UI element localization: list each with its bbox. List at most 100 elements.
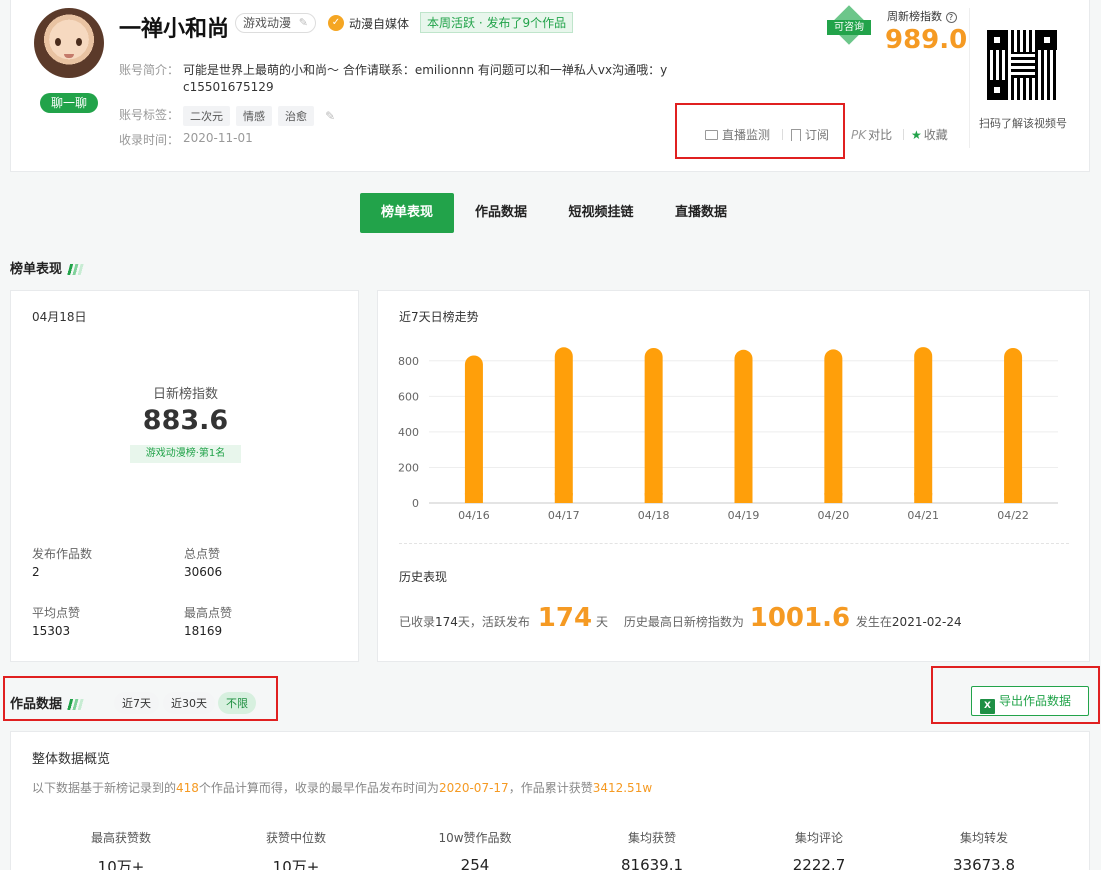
- tab-short-video-links[interactable]: 短视频挂链: [560, 193, 642, 233]
- history-date-label: 发生在: [855, 615, 892, 629]
- intro-label: 账号简介：: [119, 63, 180, 77]
- desc-mid: 个作品计算而得，收录的最早作品发布时间为: [198, 781, 439, 795]
- account-name: 一禅小和尚: [119, 17, 230, 42]
- ranking-section-title: 榜单表现: [10, 258, 85, 277]
- history-max-value: 1001.6: [749, 603, 851, 633]
- stat-label: 平均点赞: [32, 606, 81, 620]
- history-active-days: 174: [537, 603, 593, 633]
- bar-base: [644, 493, 663, 503]
- bar-base: [824, 493, 843, 503]
- ranking-section-title-text: 榜单表现: [10, 262, 63, 277]
- metric-label: 10w赞作品数: [438, 831, 512, 845]
- bar-base: [1004, 493, 1023, 503]
- edit-tags-icon[interactable]: ✎: [325, 109, 335, 123]
- bar: [464, 355, 483, 503]
- desc-likes: 3412.51w: [592, 781, 653, 795]
- bar-base: [464, 493, 483, 503]
- stat-value: 15303: [32, 624, 71, 638]
- tab-works-data[interactable]: 作品数据: [462, 193, 540, 233]
- metric-label: 获赞中位数: [265, 831, 326, 845]
- category-tag-label: 游戏动漫: [243, 16, 292, 30]
- metric-value: 81639.1: [620, 856, 684, 870]
- x-tick-label: 04/17: [548, 509, 580, 522]
- daily-index-label: 日新榜指数: [152, 387, 218, 402]
- action-divider: [903, 129, 904, 140]
- desc-date: 2020-07-17: [438, 781, 509, 795]
- tab-ranking[interactable]: 榜单表现: [360, 193, 454, 233]
- collected-label: 收录时间：: [119, 133, 180, 147]
- stat-label: 发布作品数: [32, 547, 93, 561]
- y-tick-label: 0: [412, 497, 419, 510]
- history-unit: 天: [596, 615, 609, 629]
- daily-stats-card: 04月18日 日新榜指数 883.6 游戏动漫榜·第1名 发布作品数 2 总点赞…: [10, 290, 359, 662]
- x-tick-label: 04/21: [907, 509, 939, 522]
- trend-chart-card: 近7天日榜走势 0 200 400 600 800 04/16 04/17 04/18 04/1…: [377, 290, 1090, 662]
- highlight-actions-box: [675, 103, 845, 159]
- category-tag[interactable]: 游戏动漫 ✎: [235, 13, 317, 33]
- metric-label: 集均获赞: [627, 831, 676, 845]
- stats-date: 04月18日: [32, 310, 87, 324]
- help-icon[interactable]: ?: [945, 12, 957, 23]
- title-decoration-icon: [66, 264, 85, 275]
- history-max-label: 历史最高日新榜指数为: [623, 615, 744, 629]
- chart-history-divider: [399, 543, 1069, 544]
- avatar[interactable]: [34, 8, 104, 78]
- tag-item[interactable]: 治愈: [278, 106, 314, 126]
- intro-text-line1: 可能是世界上最萌的小和尚～ 合作请联系：emilionnn 有问题可以和一禅私人…: [183, 63, 668, 77]
- desc-count: 418: [176, 781, 199, 795]
- stat-value: 18169: [184, 624, 223, 638]
- y-tick-label: 600: [398, 390, 419, 403]
- qr-divider: [969, 8, 970, 148]
- bar-base: [554, 493, 573, 503]
- metric-value: 2222.7: [792, 856, 846, 870]
- y-tick-label: 400: [398, 426, 419, 439]
- rank-badge[interactable]: 游戏动漫榜·第1名: [130, 445, 241, 463]
- history-prefix: 已收录: [399, 615, 436, 629]
- history-mid: 天，活跃发布: [457, 615, 530, 629]
- tag-item[interactable]: 情感: [236, 106, 272, 126]
- pk-icon: PK: [851, 128, 867, 142]
- verified-icon: ✓: [328, 15, 344, 31]
- activity-badge: 本周活跃 · 发布了9个作品: [420, 12, 574, 33]
- consult-badge-label: 可咨询: [827, 20, 871, 35]
- stat-value: 30606: [184, 565, 223, 579]
- history-title: 历史表现: [399, 570, 448, 584]
- stat-label: 最高点赞: [184, 606, 233, 620]
- y-tick-label: 200: [398, 461, 419, 474]
- trend-bar-chart: 0 200 400 600 800 04/16 04/17 04/18 04/19 04/20 04…: [398, 347, 1058, 522]
- consult-badge[interactable]: 可咨询: [827, 5, 871, 45]
- tab-live-data[interactable]: 直播数据: [662, 193, 740, 233]
- history-collected-days: 174: [435, 615, 458, 629]
- x-tick-label: 04/18: [638, 509, 670, 522]
- overview-description: 以下数据基于新榜记录到的418个作品计算而得，收录的最早作品发布时间为2020-…: [32, 779, 652, 796]
- metric-value: 10万+: [97, 858, 145, 870]
- tag-item[interactable]: 二次元: [183, 106, 230, 126]
- history-summary: 已收录174天，活跃发布 174 天 历史最高日新榜指数为 1001.6 发生在2…: [399, 603, 962, 633]
- collected-date: 2020-11-01: [183, 131, 253, 145]
- compare-button[interactable]: PK 对比: [851, 126, 892, 143]
- intro-text-line2: c15501675129: [183, 80, 274, 94]
- bar: [824, 349, 843, 503]
- favorite-button[interactable]: ★ 收藏: [911, 126, 948, 143]
- bar: [554, 347, 573, 503]
- bar: [914, 347, 933, 503]
- tags-label: 账号标签：: [119, 108, 180, 122]
- daily-index-value: 883.6: [142, 405, 229, 436]
- chart-title: 近7天日榜走势: [399, 310, 479, 324]
- metric-label: 最高获赞数: [90, 831, 151, 845]
- overview-card: 整体数据概览 以下数据基于新榜记录到的418个作品计算而得，收录的最早作品发布时…: [10, 731, 1090, 870]
- desc-mid2: ，作品累计获赞: [508, 781, 593, 795]
- history-date: 2021-02-24: [891, 615, 962, 629]
- bar: [734, 349, 753, 503]
- qr-caption: 扫码了解该视频号: [979, 117, 1067, 130]
- favorite-label: 收藏: [923, 128, 948, 142]
- desc-prefix: 以下数据基于新榜记录到的: [32, 781, 177, 795]
- x-tick-label: 04/22: [997, 509, 1029, 522]
- chat-button[interactable]: 聊一聊: [40, 93, 98, 113]
- metric-label: 集均转发: [959, 831, 1008, 845]
- stat-label: 总点赞: [184, 547, 221, 561]
- overview-title: 整体数据概览: [32, 752, 111, 767]
- edit-icon[interactable]: ✎: [299, 14, 308, 32]
- metric-label: 集均评论: [794, 831, 843, 845]
- qr-code: [987, 30, 1057, 100]
